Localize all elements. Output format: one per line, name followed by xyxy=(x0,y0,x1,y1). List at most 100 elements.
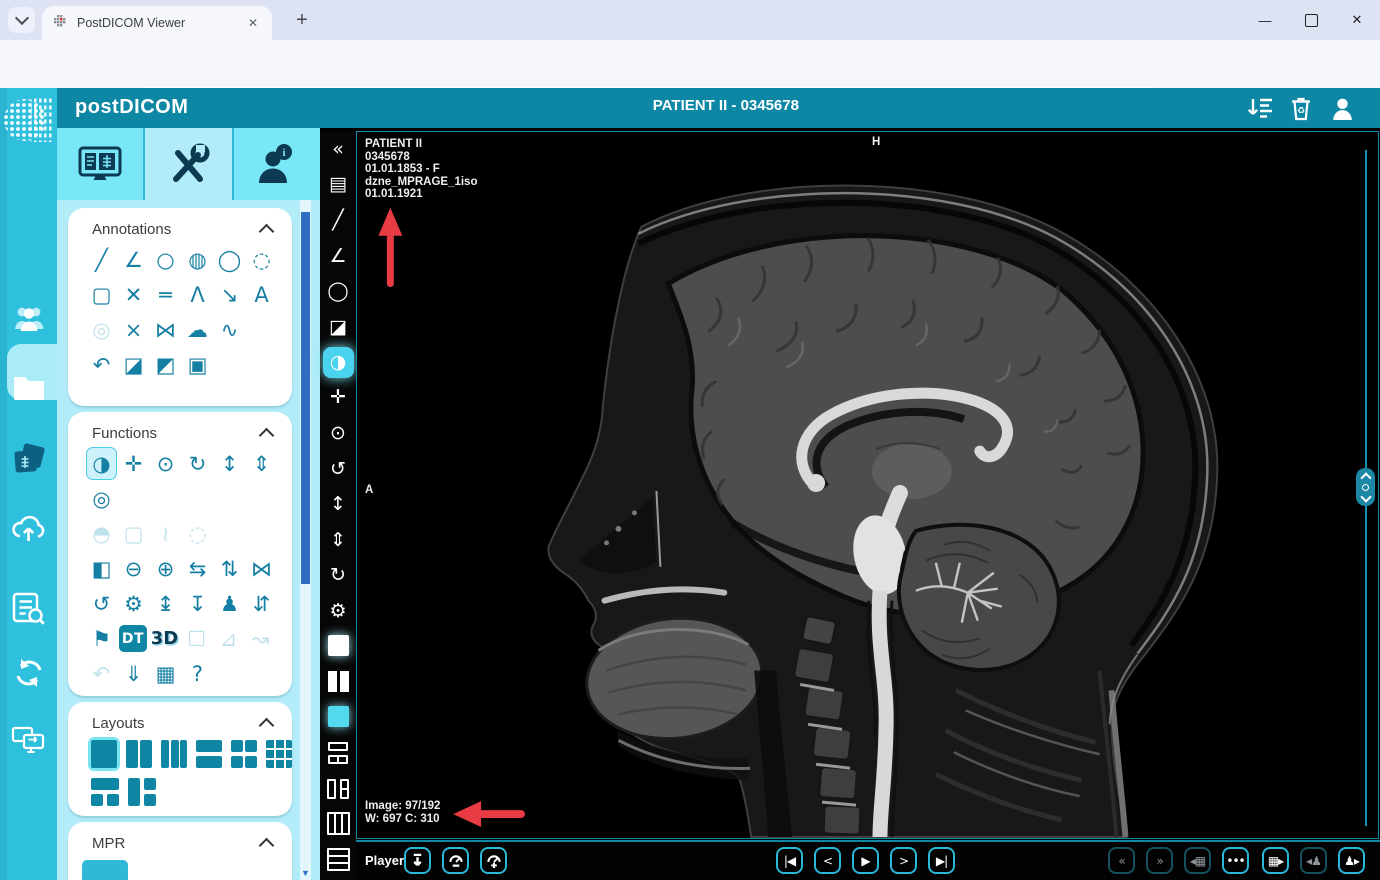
panel-scrollbar[interactable]: ▼ xyxy=(300,200,311,880)
length-icon[interactable]: ╱ xyxy=(86,243,117,276)
reset-button[interactable]: ↻ xyxy=(320,558,356,594)
tab-tools[interactable] xyxy=(145,128,233,200)
account-icon[interactable] xyxy=(1328,95,1356,121)
tab-search-button[interactable] xyxy=(8,7,35,33)
new-tab-button[interactable]: + xyxy=(288,6,316,34)
report-view-button[interactable]: ▤ xyxy=(320,167,356,203)
collapse-chevron-icon[interactable] xyxy=(259,838,275,854)
point-icon[interactable]: ◎ xyxy=(86,313,117,346)
zoom-out-icon[interactable]: ⊖ xyxy=(118,552,149,585)
rotate-icon[interactable]: ↻ xyxy=(182,447,213,480)
collapse-panel-button[interactable]: « xyxy=(320,131,356,167)
flip-diagonal-icon[interactable]: ⋈ xyxy=(246,552,277,585)
reset-window-icon[interactable]: ⚙ xyxy=(118,587,149,620)
play-button[interactable]: ▶ xyxy=(852,847,879,874)
bone-icon[interactable]: ≀ xyxy=(150,517,181,550)
next-image-button[interactable]: > xyxy=(890,847,917,874)
speed-up-button[interactable] xyxy=(480,847,507,874)
tab-viewer-settings[interactable] xyxy=(57,128,145,200)
tab-patient-info[interactable]: i xyxy=(234,128,320,200)
layout-1top-2bottom-button[interactable] xyxy=(320,736,356,772)
more-options-button[interactable]: ••• xyxy=(1222,847,1249,874)
roi-freehand-icon[interactable]: ◌ xyxy=(182,517,213,550)
window-level-icon[interactable]: ◑ xyxy=(86,447,117,480)
image-download-icon[interactable]: ⇓ xyxy=(118,657,149,690)
sidebar-item-folders[interactable] xyxy=(0,360,57,416)
collapse-vertical-icon[interactable]: ↧ xyxy=(182,587,213,620)
collapse-chevron-icon[interactable] xyxy=(259,224,275,240)
shaded-circle-icon[interactable]: ◍ xyxy=(182,243,213,276)
layout-rows-button[interactable] xyxy=(320,842,356,878)
functions-header[interactable]: Functions xyxy=(68,412,292,446)
crop-icon[interactable]: ⊿ xyxy=(213,622,244,655)
layout-1x2-button[interactable] xyxy=(320,664,356,700)
cross-measure-icon[interactable]: ✕ xyxy=(118,278,149,311)
dt-button[interactable]: DT xyxy=(119,625,147,652)
magnify-button[interactable]: ⊙ xyxy=(320,415,356,451)
scroll-down-arrow-icon[interactable]: ▼ xyxy=(300,868,311,878)
angle-icon[interactable]: ∠ xyxy=(118,243,149,276)
collapse-chevron-icon[interactable] xyxy=(259,718,275,734)
tab-close-icon[interactable]: ✕ xyxy=(244,14,262,32)
save-annotations-icon[interactable]: ▣ xyxy=(182,348,213,381)
region-icon[interactable]: ☁ xyxy=(182,313,213,346)
rectangle-icon[interactable]: ▢ xyxy=(86,278,117,311)
layout-1left-2right-button[interactable] xyxy=(320,771,356,807)
ellipse-icon[interactable]: ◯ xyxy=(214,243,245,276)
image-viewport[interactable]: PATIENT II034567801.01.1853 - Fdzne_MPRA… xyxy=(356,131,1379,839)
rotate-button[interactable]: ↺ xyxy=(320,451,356,487)
sidebar-item-cloud-upload[interactable] xyxy=(0,500,57,556)
stack-scroll-button[interactable]: ⇕ xyxy=(320,522,356,558)
next-series-button[interactable]: » xyxy=(1146,847,1173,874)
window-minimize-button[interactable]: — xyxy=(1242,0,1288,40)
cobb-angle-icon[interactable]: ⋈ xyxy=(150,313,181,346)
mpr-layout-tile[interactable] xyxy=(82,860,128,880)
download-images-button[interactable] xyxy=(404,847,431,874)
localizer-icon[interactable]: ◎ xyxy=(86,482,117,515)
sidebar-item-sync[interactable] xyxy=(0,645,57,701)
recycle-bin-icon[interactable]: ♻ xyxy=(1287,95,1315,121)
previous-image-button[interactable]: < xyxy=(814,847,841,874)
expand-vertical-icon[interactable]: ↨ xyxy=(150,587,181,620)
polyline-icon[interactable]: Λ xyxy=(182,278,213,311)
text-annotation-icon[interactable]: A xyxy=(246,278,277,311)
ellipse-button[interactable]: ◯ xyxy=(320,273,356,309)
spline-icon[interactable]: ∿ xyxy=(214,313,245,346)
image-save-icon[interactable]: ▦ xyxy=(150,657,181,690)
mpr-header[interactable]: MPR xyxy=(68,822,292,856)
window-maximize-button[interactable] xyxy=(1288,0,1334,40)
collapse-chevron-icon[interactable] xyxy=(259,428,275,444)
previous-series-button[interactable]: « xyxy=(1108,847,1135,874)
patient-orientation-icon[interactable]: ♟ xyxy=(214,587,245,620)
stack-scroll-icon[interactable]: ⇕ xyxy=(246,447,277,480)
layout-2x1[interactable] xyxy=(196,740,222,768)
speed-down-button[interactable] xyxy=(442,847,469,874)
sidebar-item-xray-images[interactable] xyxy=(0,432,57,488)
reset-icon[interactable]: ↺ xyxy=(86,587,117,620)
sidebar-item-share-monitors[interactable] xyxy=(0,712,57,768)
panel-scrollbar-thumb[interactable] xyxy=(301,212,310,584)
layout-1top-2bottom[interactable] xyxy=(91,778,119,806)
first-image-button[interactable]: |◀ xyxy=(776,847,803,874)
sidebar-item-patient-orders[interactable] xyxy=(0,290,57,346)
layout-1x3[interactable] xyxy=(161,740,187,768)
sort-download-icon[interactable] xyxy=(1246,95,1274,121)
layouts-header[interactable]: Layouts xyxy=(68,702,292,736)
next-patient-button[interactable]: ♟▸ xyxy=(1338,847,1365,874)
window-level-button[interactable]: ◑ xyxy=(323,347,354,378)
magnify-icon[interactable]: ⊙ xyxy=(150,447,181,480)
freehand-draw-icon[interactable]: ◌ xyxy=(246,243,277,276)
layout-1x1[interactable] xyxy=(91,740,117,768)
angle-button[interactable]: ∠ xyxy=(320,238,356,274)
layout-1x1-button[interactable] xyxy=(320,629,356,665)
arrow-annotation-icon[interactable]: ↘ xyxy=(214,278,245,311)
flip-vertical-icon[interactable]: ⇅ xyxy=(214,552,245,585)
annotations-header[interactable]: Annotations xyxy=(68,208,292,242)
undo-annotation-icon[interactable]: ↶ xyxy=(86,348,117,381)
erase-all-icon[interactable]: ◩ xyxy=(150,348,181,381)
eraser-icon[interactable]: ◪ xyxy=(118,348,149,381)
selection-icon[interactable]: ☐ xyxy=(181,622,212,655)
next-layout-button[interactable]: ▦▸ xyxy=(1262,847,1289,874)
active-viewport-button[interactable] xyxy=(320,700,356,736)
circle-icon[interactable]: ○ xyxy=(150,243,181,276)
